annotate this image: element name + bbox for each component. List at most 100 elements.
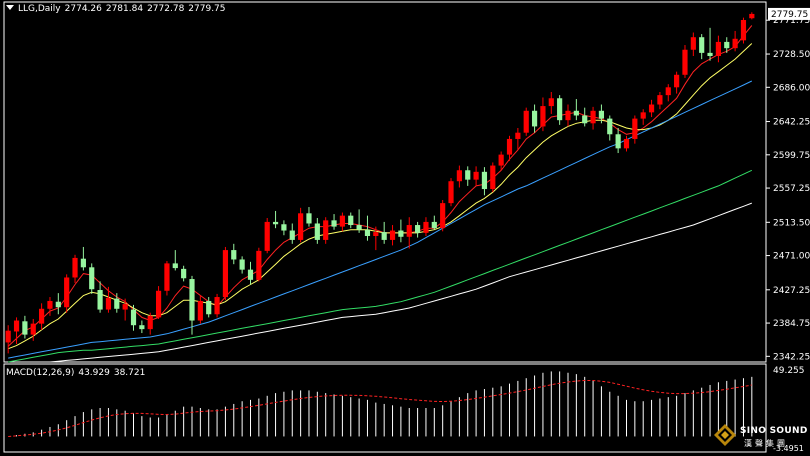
candle-body [640, 112, 646, 119]
candle-body [607, 118, 613, 135]
price-tick-label: 2557.25 [773, 184, 810, 194]
candle-body [456, 170, 462, 182]
candle-body [465, 170, 471, 180]
price-tick-label: 2642.25 [773, 118, 810, 128]
candle-body [398, 230, 404, 237]
candle-body [632, 118, 638, 139]
moving-average-line [8, 43, 753, 350]
candle-body [64, 277, 70, 308]
candle-body [247, 269, 254, 280]
high-value: 2781.84 [105, 4, 144, 14]
price-tick-label: 2686.00 [773, 83, 810, 93]
candle-body [715, 41, 721, 56]
candle-body [197, 300, 203, 321]
logo-subtitle: 漢聲集團 [744, 439, 788, 448]
candle-body [314, 223, 320, 240]
candle-body [147, 315, 153, 330]
candle-body [724, 41, 730, 49]
candle-body [431, 221, 437, 229]
candle-body [448, 181, 454, 204]
candle-body [306, 213, 312, 224]
candle-body [364, 229, 371, 236]
moving-average-line [7, 25, 753, 347]
candle-body [47, 300, 53, 309]
candle-body [381, 232, 387, 240]
candle-body [498, 154, 504, 166]
moving-average-line [8, 169, 753, 363]
dropdown-triangle-icon[interactable] [6, 5, 14, 10]
candle-body [740, 20, 747, 41]
candle-body [699, 37, 705, 53]
candle-body [573, 110, 579, 116]
candle-body [72, 257, 78, 278]
candle-body [139, 325, 145, 330]
candle-body [749, 13, 755, 19]
candle-body [423, 221, 429, 233]
candle-body [590, 110, 596, 124]
candle-body [89, 267, 95, 290]
candle-body [531, 110, 538, 127]
candle-body [298, 213, 304, 240]
candle-body [440, 203, 446, 229]
candle-body [481, 171, 488, 190]
candle-body [406, 225, 412, 237]
candle-body [389, 230, 396, 240]
logo-brand: SINO SOUND [740, 426, 808, 436]
candle-body [272, 221, 279, 225]
candle-body [490, 165, 496, 190]
macd-signal-line [8, 380, 752, 437]
candle-body [648, 104, 655, 113]
price-tick-label: 2471.00 [773, 252, 810, 262]
candle-body [30, 323, 36, 335]
candle-body [264, 221, 270, 251]
candle-body [515, 132, 521, 139]
candle-body [623, 138, 630, 149]
open-value: 2774.26 [64, 4, 102, 14]
candle-body [415, 225, 421, 233]
candle-body [373, 232, 379, 236]
price-tick-label: 2728.50 [773, 50, 810, 60]
candle-body [682, 49, 688, 75]
low-value: 2772.78 [147, 4, 185, 14]
candle-body [674, 74, 680, 88]
candle-body [732, 38, 738, 49]
candle-body [55, 301, 61, 308]
sino-sound-logo: SINO SOUND 漢聲集團 [714, 422, 808, 454]
candle-body [615, 134, 621, 149]
candle-body [222, 250, 229, 298]
candle-body [523, 110, 529, 133]
candle-body [506, 138, 513, 155]
candle-body [105, 297, 112, 310]
symbol-header: LLG,Daily 2774.26 2781.84 2772.78 2779.75 [6, 4, 230, 15]
price-chart: 2771.752728.502686.002642.252599.752557.… [3, 1, 810, 453]
candle-body [548, 98, 554, 107]
candle-body [665, 87, 671, 96]
macd-header: MACD(12,26,9) 43.929 38.721 [6, 368, 149, 379]
candle-body [214, 297, 220, 315]
candle-body [122, 304, 128, 310]
candle-body [707, 52, 713, 56]
candle-body [331, 220, 337, 227]
candle-body [13, 320, 20, 332]
last-price-label: 2779.75 [771, 10, 808, 20]
candle-body [690, 37, 696, 50]
candle-body [80, 258, 86, 268]
candle-body [473, 171, 479, 180]
candle-body [164, 263, 170, 291]
candle-body [97, 290, 103, 310]
price-tick-label: 2384.75 [773, 319, 810, 329]
candle-body [22, 321, 28, 335]
macd-label: MACD(12,26,9) [6, 368, 75, 378]
candle-body [181, 268, 187, 279]
diamond-logo-icon [714, 424, 736, 446]
candle-body [189, 279, 195, 321]
candle-body [239, 259, 245, 270]
candle-body [323, 220, 329, 240]
candle-body [598, 110, 605, 119]
candle-body [155, 290, 162, 318]
price-tick-label: 2599.75 [773, 151, 810, 161]
moving-average-line [8, 80, 753, 359]
candle-body [540, 106, 546, 127]
close-value: 2779.75 [188, 4, 226, 14]
candle-body [281, 224, 287, 231]
